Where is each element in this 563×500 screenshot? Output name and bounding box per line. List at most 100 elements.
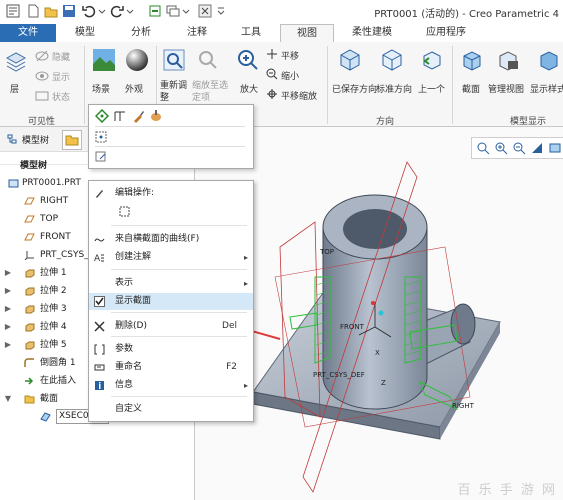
redo-icon[interactable] — [110, 4, 124, 18]
windows-dropdown-icon[interactable] — [182, 4, 196, 18]
menu-item-create-annotation[interactable]: A 创建注解 ▸ — [89, 249, 253, 266]
datum-display-icon[interactable] — [94, 108, 110, 126]
tab-model-tree[interactable]: 模型树 — [22, 133, 49, 146]
pan-icon[interactable] — [266, 48, 278, 63]
menu-item-rename[interactable]: 重命名 F2 — [89, 359, 253, 376]
hide-button[interactable]: 隐藏 — [52, 50, 70, 63]
appearance-brush-icon[interactable] — [149, 109, 163, 126]
popup-separator — [95, 146, 245, 147]
menu-item-edit-definition[interactable] — [89, 203, 253, 220]
manage-views-icon[interactable] — [496, 48, 520, 75]
tab-view[interactable]: 视图 — [280, 24, 334, 44]
layers-icon[interactable] — [5, 50, 27, 75]
extrude-icon — [24, 304, 35, 314]
expand-arrow-icon[interactable]: ▶ — [4, 283, 12, 299]
pan-button[interactable]: 平移 — [281, 49, 299, 62]
dimension-icon[interactable] — [113, 109, 127, 126]
standard-orientation-button[interactable]: 标准方向 — [376, 82, 412, 95]
group-separator — [84, 46, 85, 124]
menu-item-label: 编辑操作: — [115, 188, 155, 198]
section-button[interactable]: 截面 — [462, 82, 480, 95]
expand-arrow-icon[interactable]: ▶ — [4, 301, 12, 317]
menu-item-customize[interactable]: 自定义 — [89, 401, 253, 418]
undo-icon[interactable] — [82, 4, 96, 18]
open-folder-icon[interactable] — [44, 4, 58, 18]
layers-button[interactable]: 层 — [10, 82, 19, 95]
appearance-icon[interactable] — [125, 48, 149, 75]
display-style-icon[interactable] — [537, 48, 561, 75]
refit-button[interactable]: 重新调整 — [160, 80, 190, 104]
saved-orientation-icon[interactable] — [338, 48, 362, 75]
customize-toolbar-icon[interactable] — [216, 4, 230, 18]
rename-icon — [94, 362, 105, 373]
pencil-icon — [94, 188, 105, 199]
zoom-in-icon[interactable] — [236, 48, 260, 75]
save-icon[interactable] — [62, 4, 76, 18]
tab-applications[interactable]: 应用程序 — [414, 24, 478, 42]
scene-button[interactable]: 场景 — [92, 82, 110, 95]
datum-label-right: RIGHT — [452, 402, 474, 410]
datum-label-top: TOP — [320, 248, 335, 256]
menu-item-information[interactable]: 信息 ▸ — [89, 377, 253, 394]
tree-item-label: 拉伸 5 — [40, 340, 67, 350]
status-button[interactable]: 状态 — [52, 90, 70, 103]
redo-dropdown-icon[interactable] — [126, 4, 140, 18]
previous-orientation-button[interactable]: 上一个 — [418, 82, 445, 95]
tree-item-label: 倒圆角 1 — [40, 358, 76, 368]
svg-text:A: A — [94, 254, 101, 263]
menu-item-delete[interactable]: 删除(D) Del — [89, 318, 253, 335]
zoom-to-selected-button[interactable]: 缩放至选定项 — [192, 80, 234, 104]
menu-item-edit-operations[interactable]: 编辑操作: — [89, 185, 253, 202]
zoom-in-button[interactable]: 放大 — [240, 82, 258, 95]
paint-brush-icon[interactable] — [131, 109, 145, 126]
menu-item-curve-from-section[interactable]: 来自横截面的曲线(F) — [89, 231, 253, 248]
annotation-display-icon[interactable] — [95, 131, 107, 146]
scene-icon[interactable] — [92, 48, 116, 75]
menu-item-show-section[interactable]: 显示截面 — [89, 293, 253, 310]
csys-icon — [24, 250, 35, 261]
saved-orientation-button[interactable]: 已保存方向 — [332, 82, 377, 95]
edit-icon[interactable] — [95, 151, 107, 166]
tab-model[interactable]: 模型 — [60, 24, 110, 42]
close-window-icon[interactable] — [198, 4, 212, 18]
menu-item-label: 表示 — [115, 278, 134, 288]
menu-item-parameters[interactable]: 参数 — [89, 341, 253, 358]
standard-orientation-icon[interactable] — [380, 48, 404, 75]
hide-icon[interactable] — [35, 50, 49, 65]
csys-label: PRT_CSYS_DEF — [313, 371, 365, 379]
new-file-icon[interactable] — [26, 4, 40, 18]
tab-annotate[interactable]: 注释 — [172, 24, 222, 42]
previous-orientation-icon[interactable] — [420, 48, 444, 75]
menu-separator — [111, 269, 247, 270]
tab-tools[interactable]: 工具 — [226, 24, 276, 42]
zoom-out-button[interactable]: 缩小 — [281, 69, 299, 82]
menu-item-representation[interactable]: 表示 ▸ — [89, 275, 253, 292]
zoom-out-icon[interactable] — [266, 68, 278, 83]
zoom-selected-icon[interactable] — [196, 48, 220, 75]
regen-view-icon[interactable] — [162, 48, 186, 75]
expand-arrow-icon[interactable]: ▶ — [4, 319, 12, 335]
expand-arrow-icon[interactable]: ▶ — [4, 265, 12, 281]
section-icon[interactable] — [460, 48, 484, 75]
tab-flexible-modeling[interactable]: 柔性建模 — [340, 24, 404, 42]
pan-zoom-button[interactable]: 平移缩放 — [281, 89, 317, 102]
appearance-button[interactable]: 外观 — [125, 82, 143, 95]
display-style-button[interactable]: 显示样式 — [530, 82, 563, 95]
show-button[interactable]: 显示 — [52, 70, 70, 83]
group-orientation-title: 方向 — [376, 117, 395, 127]
tree-item-label: PRT0001.PRT — [22, 178, 81, 188]
model-tree-tab-icon[interactable] — [6, 133, 18, 148]
show-icon[interactable] — [35, 70, 49, 85]
manage-views-button[interactable]: 管理视图 — [488, 82, 524, 95]
collapse-arrow-icon[interactable]: ▼ — [4, 391, 12, 407]
regenerate-icon[interactable] — [148, 4, 162, 18]
status-icon[interactable] — [35, 90, 49, 105]
pan-zoom-icon[interactable] — [266, 88, 278, 103]
submenu-arrow-icon: ▸ — [243, 253, 248, 262]
expand-arrow-icon[interactable]: ▶ — [4, 337, 12, 353]
tab-file[interactable]: 文件 — [0, 24, 56, 42]
windows-icon[interactable] — [166, 4, 180, 18]
tab-analysis[interactable]: 分析 — [116, 24, 166, 42]
folder-tab-icon[interactable] — [62, 130, 82, 150]
tree-item-label: 拉伸 4 — [40, 322, 67, 332]
